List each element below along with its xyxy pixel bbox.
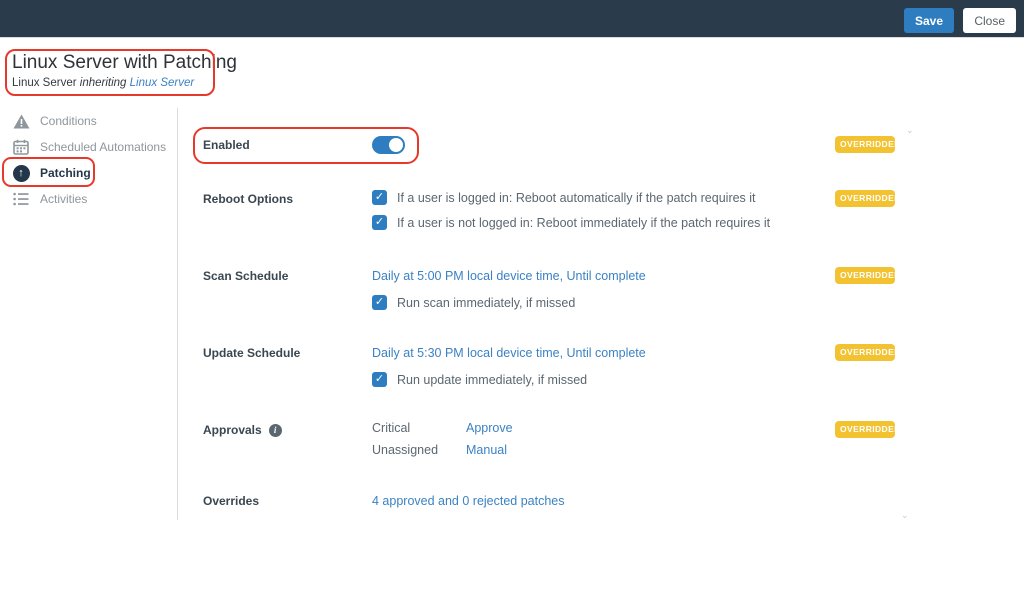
page-subtitle: Linux Server inheriting Linux Server (12, 77, 194, 89)
unassigned-manual-link[interactable]: Manual (466, 443, 835, 457)
overridden-badge: OVERRIDDEN (835, 136, 900, 153)
overridden-badge: OVERRIDDEN (835, 344, 900, 361)
approval-row: Critical Approve (372, 421, 835, 435)
update-schedule-link[interactable]: Daily at 5:30 PM local device time, Unti… (372, 346, 646, 360)
calendar-icon (12, 138, 30, 156)
save-button[interactable]: Save (903, 8, 954, 33)
overrides-patches-link[interactable]: 4 approved and 0 rejected patches (372, 494, 565, 508)
section-approvals: Approvals i Critical Approve Unassigned … (203, 421, 900, 457)
checkbox-label: If a user is not logged in: Reboot immed… (397, 215, 771, 230)
sidebar-item-conditions[interactable]: Conditions (12, 108, 172, 134)
overrides-label: Overrides (203, 494, 260, 508)
checkbox-label: If a user is logged in: Reboot automatic… (397, 190, 756, 205)
approvals-label: Approvals (203, 423, 262, 437)
close-button[interactable]: Close (963, 8, 1016, 33)
severity-label: Critical (372, 421, 411, 435)
overridden-badge: OVERRIDDEN (835, 267, 900, 284)
scan-schedule-link[interactable]: Daily at 5:00 PM local device time, Unti… (372, 269, 646, 283)
severity-label: Unassigned (372, 443, 439, 457)
overridden-badge: OVERRIDDEN (835, 421, 900, 438)
overridden-badge: OVERRIDDEN (835, 190, 900, 207)
sidebar-item-activities[interactable]: Activities (12, 186, 172, 212)
enabled-label: Enabled (203, 138, 250, 152)
approval-row: Unassigned Manual (372, 443, 835, 457)
section-reboot-options: Reboot Options If a user is logged in: R… (203, 190, 900, 230)
warning-triangle-icon (12, 112, 30, 130)
sidebar-item-scheduled-automations[interactable]: Scheduled Automations (12, 134, 172, 160)
sidebar-item-patching[interactable]: ↑ Patching (12, 160, 172, 186)
section-scan-schedule: Scan Schedule Daily at 5:00 PM local dev… (203, 267, 900, 310)
update-schedule-label: Update Schedule (203, 346, 301, 360)
section-update-schedule: Update Schedule Daily at 5:30 PM local d… (203, 344, 900, 387)
scrollbar-artifact-bottom: ⌄ (901, 510, 909, 520)
sidebar-item-label: Patching (40, 166, 91, 180)
enabled-toggle[interactable] (372, 136, 405, 154)
critical-approve-link[interactable]: Approve (466, 421, 835, 435)
sidebar: Conditions Scheduled Automations ↑ Patch… (12, 108, 172, 212)
logged-in-checkbox[interactable] (372, 190, 387, 205)
list-icon (12, 190, 30, 208)
toggle-knob (389, 138, 403, 152)
scan-option-row: Run scan immediately, if missed (372, 295, 835, 310)
page-title: Linux Server with Patching (12, 52, 237, 73)
section-enabled: Enabled OVERRIDDEN (203, 136, 900, 154)
scan-schedule-label: Scan Schedule (203, 269, 289, 283)
scrollbar-artifact-top: ⌄ (906, 125, 914, 135)
parent-policy-link[interactable]: Linux Server (130, 77, 195, 89)
sidebar-item-label: Scheduled Automations (40, 140, 167, 154)
sidebar-item-label: Conditions (40, 114, 97, 128)
reboot-options-label: Reboot Options (203, 192, 293, 206)
run-update-if-missed-checkbox[interactable] (372, 372, 387, 387)
reboot-option-row: If a user is logged in: Reboot automatic… (372, 190, 835, 205)
subtitle-inheriting-text: inheriting (79, 77, 130, 89)
info-icon[interactable]: i (268, 423, 282, 437)
not-logged-in-checkbox[interactable] (372, 215, 387, 230)
update-option-row: Run update immediately, if missed (372, 372, 835, 387)
reboot-option-row: If a user is not logged in: Reboot immed… (372, 215, 835, 230)
subtitle-policy-name: Linux Server (12, 77, 80, 89)
checkbox-label: Run scan immediately, if missed (397, 295, 576, 310)
top-bar: Save Close (0, 0, 1024, 38)
run-scan-if-missed-checkbox[interactable] (372, 295, 387, 310)
checkbox-label: Run update immediately, if missed (397, 372, 588, 387)
section-overrides: Overrides 4 approved and 0 rejected patc… (203, 492, 895, 510)
arrow-up-circle-icon: ↑ (12, 164, 30, 182)
sidebar-divider (177, 108, 178, 520)
sidebar-item-label: Activities (40, 192, 88, 206)
